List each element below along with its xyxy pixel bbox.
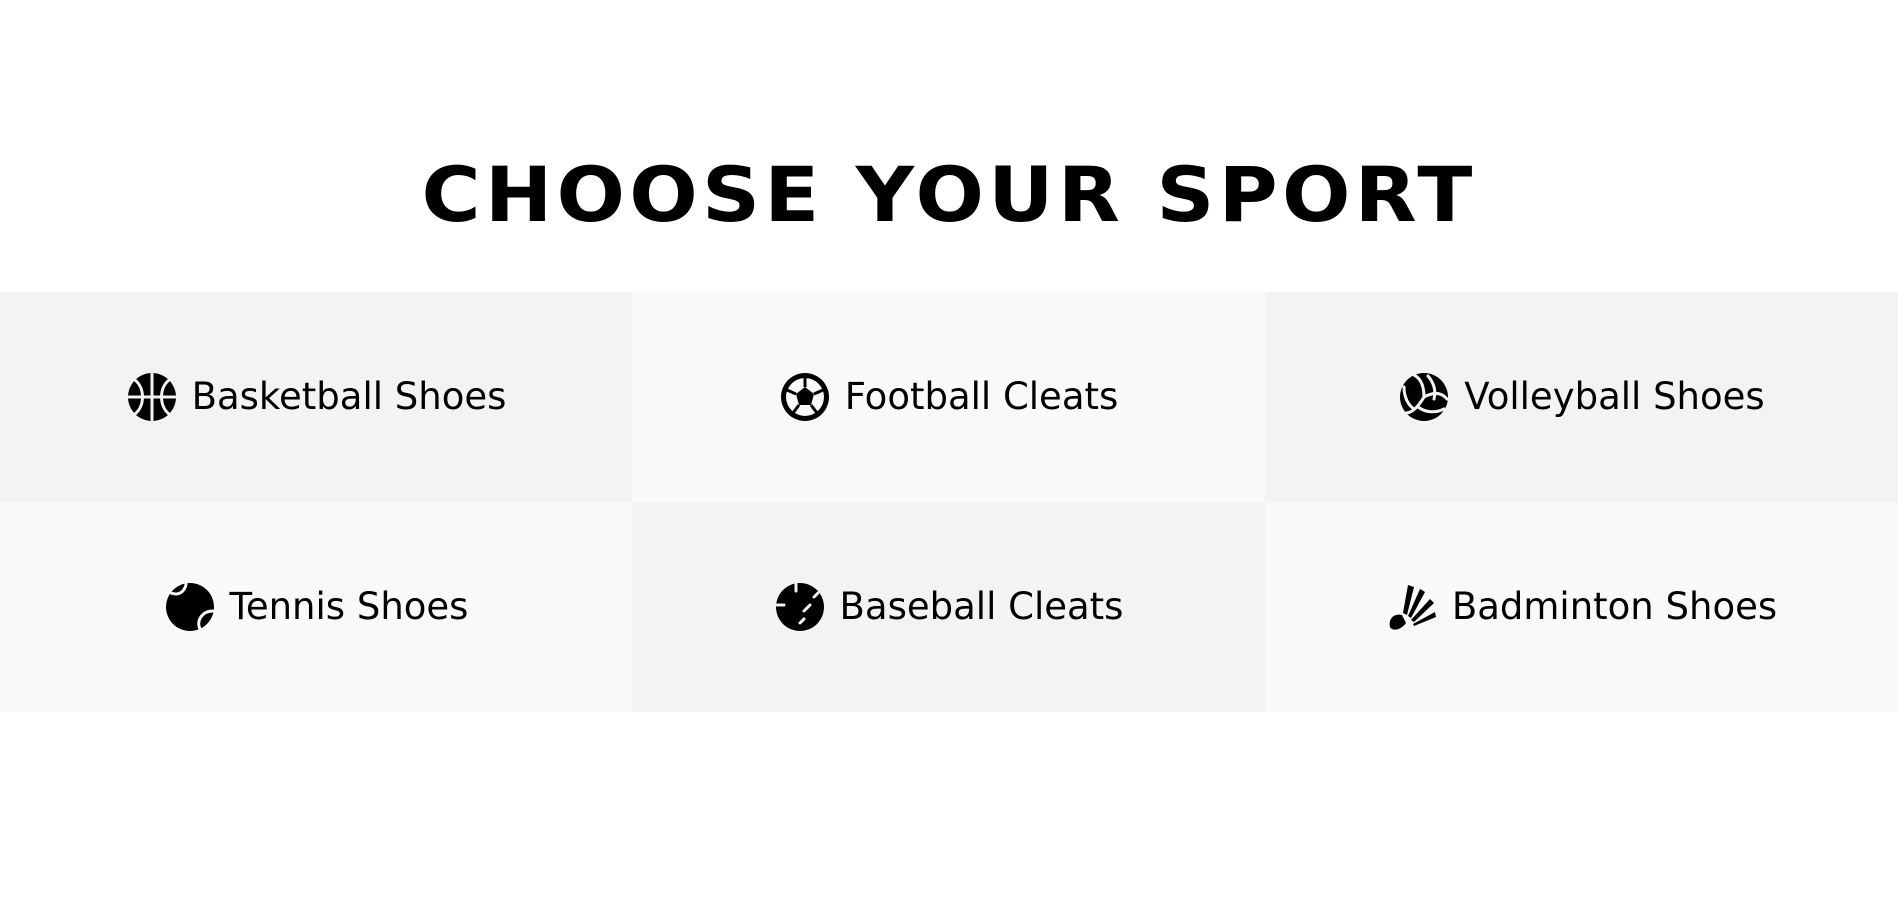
soccer-ball-icon [779,371,831,423]
sport-tile-basketball[interactable]: Basketball Shoes [0,292,632,502]
sport-tile-badminton[interactable]: Badminton Shoes [1265,502,1898,712]
sport-tile-football[interactable]: Football Cleats [632,292,1265,502]
sport-label-volleyball: Volleyball Shoes [1464,375,1765,418]
sport-tile-volleyball[interactable]: Volleyball Shoes [1265,292,1898,502]
volleyball-icon [1398,371,1450,423]
sport-label-tennis: Tennis Shoes [229,585,469,628]
page-title: CHOOSE YOUR SPORT [421,150,1477,239]
baseball-icon [774,581,826,633]
sport-label-basketball: Basketball Shoes [191,375,507,418]
sport-tile-tennis[interactable]: Tennis Shoes [0,502,632,712]
sport-label-football: Football Cleats [844,375,1119,418]
sport-tile-baseball[interactable]: Baseball Cleats [632,502,1265,712]
basketball-icon [126,371,178,423]
shuttlecock-icon [1386,581,1438,633]
tennis-ball-icon [164,581,216,633]
sport-label-badminton: Badminton Shoes [1451,585,1778,628]
sport-category-grid: Basketball Shoes Football Cleats Volleyb… [0,292,1898,712]
sport-label-baseball: Baseball Cleats [839,585,1124,628]
